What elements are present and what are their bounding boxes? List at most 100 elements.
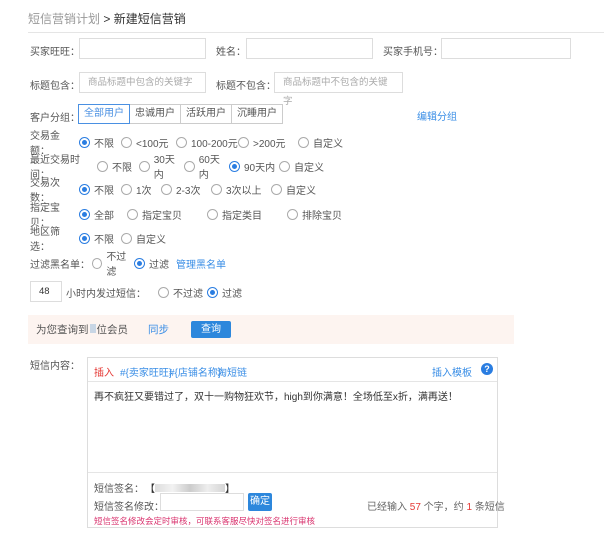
filter-option[interactable]: 不限 [79, 182, 121, 197]
filter-option[interactable]: >200元 [238, 135, 298, 150]
group-tabs: 全部用户 忠诚用户 活跃用户 沉睡用户 [78, 104, 283, 124]
buyer-phone-label: 买家手机号： [383, 47, 443, 58]
radio-icon [238, 136, 249, 148]
filter-option[interactable]: 60天内 [184, 151, 229, 181]
option-label: 不限 [94, 234, 114, 246]
filter-blacklist: 过滤黑名单： 不过滤 过滤 管理黑名单 [30, 252, 226, 278]
option-label: 1次 [136, 185, 152, 197]
page-title: 新建短信营销 [113, 12, 186, 26]
option-label: 不限 [112, 162, 132, 174]
radio-checked-icon [134, 257, 145, 269]
option-label: 不过滤 [106, 252, 127, 278]
title-exclude-input[interactable]: 商品标题中不包含的关键字 [274, 72, 403, 107]
radio-checked-icon [229, 160, 240, 172]
option-label: 2-3次 [176, 185, 201, 197]
sign-confirm-button[interactable]: 确定 [248, 493, 272, 511]
filter-option[interactable]: 全部 [79, 207, 127, 222]
title-include-input[interactable]: 商品标题中包含的关键字 [79, 72, 206, 93]
sms-editor: 插入 #{卖家旺旺} #{店铺名称} 淘短链 插入模板 ? 再不疯狂又要错过了，… [87, 357, 505, 528]
divider [28, 32, 604, 33]
breadcrumb-parent[interactable]: 短信营销计划 [28, 12, 100, 26]
filter-option[interactable]: 自定义 [271, 182, 321, 197]
radio-icon [121, 136, 132, 148]
filter-label: 过滤黑名单： [30, 259, 90, 271]
count-prefix: 已经输入 [367, 502, 407, 513]
filter-option[interactable]: 3次以上 [211, 182, 271, 197]
filter-option[interactable]: 自定义 [279, 159, 329, 174]
sign-modify-input[interactable] [160, 493, 244, 511]
filter-trade-count: 交易次数： 不限 1次 2-3次 3次以上 自定义 [30, 178, 321, 204]
radio-icon [139, 160, 150, 172]
tab-all-users[interactable]: 全部用户 [78, 104, 130, 124]
sms-content-label: 短信内容： [30, 361, 80, 372]
filter-option[interactable]: 自定义 [121, 231, 171, 246]
breadcrumb: 短信营销计划 > 新建短信营销 [28, 10, 186, 27]
radio-icon [121, 183, 132, 195]
tab-dormant-users[interactable]: 沉睡用户 [231, 104, 283, 124]
filter-option[interactable]: 1次 [121, 182, 161, 197]
radio-icon [161, 183, 172, 195]
char-count-value: 57 [409, 502, 421, 513]
sms-content-textarea[interactable]: 再不疯狂又要错过了，双十一购物狂欢节，high到你满意！全场低至x折，满再送！ [94, 388, 458, 403]
query-button[interactable]: 查询 [191, 321, 231, 338]
option-label: 过滤 [222, 288, 242, 300]
name-input[interactable] [246, 38, 373, 59]
insert-template-link[interactable]: 插入模板 [432, 364, 472, 379]
tab-active-users[interactable]: 活跃用户 [180, 104, 232, 124]
buyer-wangwang-input[interactable] [79, 38, 206, 59]
edit-group-link[interactable]: 编辑分组 [417, 108, 457, 123]
member-count-redacted [89, 324, 96, 333]
option-label: 自定义 [136, 234, 166, 246]
sign-label: 短信签名： [94, 484, 144, 495]
filter-option[interactable]: 指定类目 [207, 207, 287, 222]
buyer-phone-input[interactable] [441, 38, 571, 59]
sms-footer: 短信签名： 【】 短信签名修改： 确定 已经输入 57 个字，约 1 条短信 短… [88, 472, 505, 527]
manage-blacklist-link[interactable]: 管理黑名单 [176, 256, 226, 271]
filter-option[interactable]: 不限 [79, 135, 121, 150]
filter-option[interactable]: 90天内 [229, 159, 279, 174]
option-label: 自定义 [313, 138, 343, 150]
radio-icon [127, 208, 138, 220]
filter-item: 指定宝贝： 全部 指定宝贝 指定类目 排除宝贝 [30, 203, 347, 229]
option-label: 指定宝贝 [142, 210, 182, 222]
option-label: 全部 [94, 210, 114, 222]
filter-option[interactable]: 排除宝贝 [287, 207, 347, 222]
option-label: 指定类目 [222, 210, 262, 222]
radio-icon [121, 232, 132, 244]
filter-label: 地区筛选： [30, 227, 60, 253]
filter-option[interactable]: 自定义 [298, 135, 348, 150]
filter-amount: 交易金额： 不限 <100元 100-200元 >200元 自定义 [30, 131, 348, 157]
filter-option[interactable]: 不限 [97, 159, 139, 174]
sms-toolbar: 插入 #{卖家旺旺} #{店铺名称} 淘短链 插入模板 ? [88, 358, 497, 382]
hours-option-filter[interactable]: 过滤 [207, 285, 242, 300]
filter-option[interactable]: 指定宝贝 [127, 207, 207, 222]
option-label: <100元 [136, 138, 169, 150]
option-label: >200元 [253, 138, 286, 150]
hours-input[interactable]: 48 [30, 281, 62, 302]
insert-shop-name[interactable]: #{店铺名称} [169, 364, 221, 379]
char-count: 已经输入 57 个字，约 1 条短信 [367, 498, 505, 513]
filter-option[interactable]: 30天内 [139, 151, 184, 181]
breadcrumb-separator: > [100, 12, 114, 26]
insert-seller-wangwang[interactable]: #{卖家旺旺} [120, 364, 172, 379]
insert-short-link[interactable]: 淘短链 [217, 364, 247, 379]
group-label: 客户分组： [30, 113, 80, 124]
help-icon[interactable]: ? [481, 363, 493, 375]
radio-icon [298, 136, 309, 148]
insert-label: 插入 [94, 368, 114, 379]
sign-notice: 短信签名修改会定时审核，可联系客服尽快对签名进行审核 [94, 516, 316, 526]
tab-loyal-users[interactable]: 忠诚用户 [129, 104, 181, 124]
filter-option[interactable]: 不限 [79, 231, 121, 246]
filter-option[interactable]: 不过滤 [92, 248, 134, 278]
filter-option[interactable]: <100元 [121, 135, 176, 150]
sync-link[interactable]: 同步 [148, 322, 169, 337]
radio-checked-icon [79, 232, 90, 244]
filter-option[interactable]: 100-200元 [176, 135, 238, 150]
radio-icon [158, 286, 169, 298]
hours-filter: 小时内发过短信： 不过滤 过滤 [66, 284, 252, 300]
sign-modify-label: 短信签名修改： [94, 502, 164, 513]
filter-option[interactable]: 过滤 [134, 256, 174, 271]
hours-option-no-filter[interactable]: 不过滤 [158, 285, 203, 300]
option-label: 自定义 [294, 162, 324, 174]
filter-option[interactable]: 2-3次 [161, 182, 211, 197]
